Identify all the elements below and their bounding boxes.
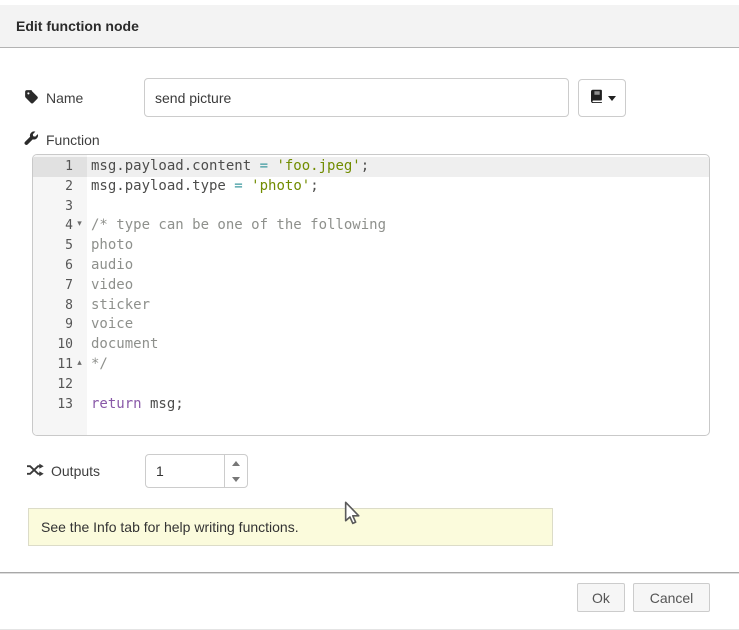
triangle-down-icon (232, 477, 240, 482)
code-line-11[interactable]: 11▴*/ (33, 355, 709, 375)
info-tip: See the Info tab for help writing functi… (28, 508, 553, 546)
spinner-down-button[interactable] (225, 471, 247, 487)
name-label: Name (46, 90, 83, 106)
tag-icon (24, 89, 39, 107)
code-text: audio (87, 256, 133, 276)
outputs-spinner (145, 454, 248, 488)
triangle-up-icon (232, 461, 240, 466)
line-number[interactable]: 2 (33, 177, 87, 197)
code-text: document (87, 335, 158, 355)
code-line-10[interactable]: 10document (33, 335, 709, 355)
spinner-buttons (224, 455, 247, 487)
book-icon (589, 89, 603, 108)
name-label-row: Name (24, 78, 83, 117)
line-number[interactable]: 4▾ (33, 216, 87, 236)
code-line-6[interactable]: 6audio (33, 256, 709, 276)
shuffle-icon (26, 463, 44, 480)
code-text: msg.payload.content = 'foo.jpeg'; (87, 157, 369, 177)
library-button[interactable] (578, 79, 626, 117)
code-text: video (87, 276, 133, 296)
code-text (87, 375, 91, 395)
line-number[interactable]: 6 (33, 256, 87, 276)
fold-end-icon[interactable]: ▴ (74, 354, 85, 374)
line-number[interactable]: 7 (33, 276, 87, 296)
info-tip-text: See the Info tab for help writing functi… (41, 519, 299, 535)
code-line-12[interactable]: 12 (33, 375, 709, 395)
outputs-label-row: Outputs (26, 454, 100, 488)
code-text: return msg; (87, 395, 184, 415)
outputs-input[interactable] (146, 455, 225, 487)
line-number[interactable]: 12 (33, 375, 87, 395)
edit-function-dialog: Edit function node Name Function 1msg.pa… (0, 0, 739, 630)
code-text: photo (87, 236, 133, 256)
code-text (87, 197, 91, 217)
function-label: Function (46, 132, 100, 148)
line-number[interactable]: 3 (33, 197, 87, 217)
function-code-editor[interactable]: 1msg.payload.content = 'foo.jpeg';2msg.p… (32, 154, 710, 436)
dialog-titlebar: Edit function node (0, 5, 739, 48)
wrench-icon (24, 131, 39, 149)
function-label-row: Function (24, 130, 100, 150)
fold-open-icon[interactable]: ▾ (74, 215, 85, 235)
code-line-2[interactable]: 2msg.payload.type = 'photo'; (33, 177, 709, 197)
code-text: voice (87, 315, 133, 335)
code-line-3[interactable]: 3 (33, 197, 709, 217)
spinner-up-button[interactable] (225, 455, 247, 471)
outputs-label: Outputs (51, 463, 100, 479)
ok-button[interactable]: Ok (577, 583, 625, 612)
code-text: */ (87, 355, 108, 375)
code-line-7[interactable]: 7video (33, 276, 709, 296)
code-text: msg.payload.type = 'photo'; (87, 177, 319, 197)
line-number[interactable]: 10 (33, 335, 87, 355)
code-line-5[interactable]: 5photo (33, 236, 709, 256)
line-number[interactable]: 5 (33, 236, 87, 256)
code-line-4[interactable]: 4▾/* type can be one of the following (33, 216, 709, 236)
line-number[interactable]: 9 (33, 315, 87, 335)
dialog-title: Edit function node (16, 18, 139, 34)
footer-divider (0, 572, 739, 574)
code-text: /* type can be one of the following (87, 216, 386, 236)
line-number[interactable]: 11▴ (33, 355, 87, 375)
cancel-button[interactable]: Cancel (633, 583, 710, 612)
code-line-13[interactable]: 13return msg; (33, 395, 709, 415)
chevron-down-icon (608, 96, 616, 101)
line-number[interactable]: 13 (33, 395, 87, 415)
code-text: sticker (87, 296, 150, 316)
editor-lines[interactable]: 1msg.payload.content = 'foo.jpeg';2msg.p… (33, 155, 709, 414)
line-number[interactable]: 1 (33, 157, 87, 177)
name-input[interactable] (144, 78, 569, 117)
code-line-1[interactable]: 1msg.payload.content = 'foo.jpeg'; (33, 157, 709, 177)
line-number[interactable]: 8 (33, 296, 87, 316)
code-line-8[interactable]: 8sticker (33, 296, 709, 316)
code-line-9[interactable]: 9voice (33, 315, 709, 335)
